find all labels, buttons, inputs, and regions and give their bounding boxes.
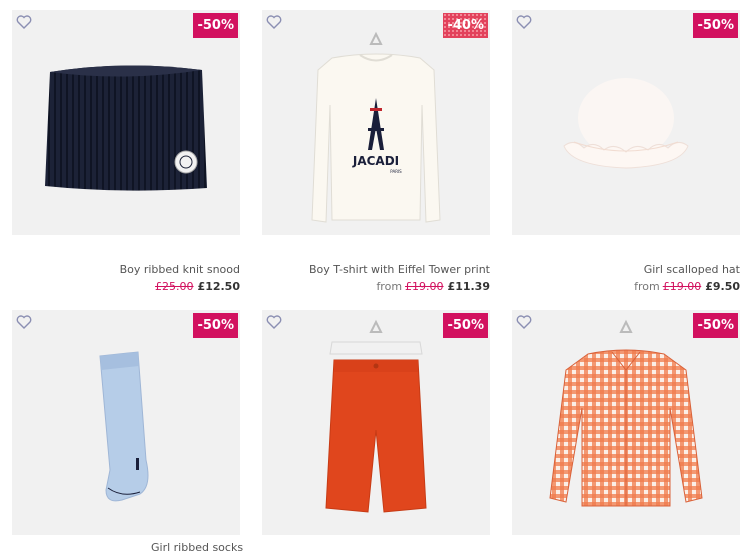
product-image[interactable]: JACADI PARIS -40% <box>262 10 490 235</box>
discount-badge: -50% <box>193 13 238 38</box>
discount-badge: -50% <box>693 13 738 38</box>
product-image[interactable]: -50% <box>262 310 490 535</box>
shorts-image <box>325 319 427 513</box>
product-card[interactable]: -50% <box>512 310 740 535</box>
sale-price: £11.39 <box>447 280 490 293</box>
sale-price: £9.50 <box>705 280 740 293</box>
product-price: from £19.00 £9.50 <box>634 280 740 293</box>
old-price: £19.00 <box>662 280 702 293</box>
product-card[interactable]: -50% <box>12 310 240 535</box>
product-name[interactable]: Boy T-shirt with Eiffel Tower print <box>309 263 490 276</box>
sale-price: £12.50 <box>197 280 240 293</box>
product-image[interactable]: -50% <box>12 10 240 235</box>
discount-badge: -50% <box>193 313 238 338</box>
discount-badge: -40% <box>443 13 488 38</box>
product-card[interactable]: JACADI PARIS -40% Boy T-shirt with Eiffe… <box>262 10 490 293</box>
discount-badge: -50% <box>443 313 488 338</box>
product-name[interactable]: Girl ribbed socks <box>151 541 243 554</box>
old-price: £19.00 <box>405 280 444 293</box>
product-card[interactable]: -50% Girl scalloped hat from £19.00 £9.50 <box>512 10 740 293</box>
product-name[interactable]: Boy ribbed knit snood <box>120 263 240 276</box>
heart-icon[interactable] <box>14 12 34 32</box>
product-card[interactable]: -50% Boy ribbed knit snood £25.00 £12.50 <box>12 10 240 293</box>
hat-image <box>563 78 689 169</box>
product-image[interactable]: -50% <box>512 10 740 235</box>
product-price: £25.00 £12.50 <box>155 280 240 293</box>
print-subtext: PARIS <box>390 169 402 174</box>
socks-image <box>99 351 149 502</box>
old-price: £25.00 <box>155 280 194 293</box>
discount-badge: -50% <box>693 313 738 338</box>
product-image[interactable]: -50% <box>12 310 240 535</box>
snood-image <box>45 65 207 191</box>
heart-icon[interactable] <box>264 12 284 32</box>
heart-icon[interactable] <box>14 312 34 332</box>
tshirt-image: JACADI PARIS <box>311 31 441 223</box>
product-card[interactable]: -50% <box>262 310 490 535</box>
heart-icon[interactable] <box>514 312 534 332</box>
shirt-image <box>549 319 703 507</box>
product-name[interactable]: Girl scalloped hat <box>644 263 740 276</box>
from-label: from <box>634 280 660 293</box>
product-price: from £19.00 £11.39 <box>376 280 490 293</box>
print-text: JACADI <box>352 154 399 168</box>
heart-icon[interactable] <box>514 12 534 32</box>
product-image[interactable]: -50% <box>512 310 740 535</box>
heart-icon[interactable] <box>264 312 284 332</box>
from-label: from <box>376 280 403 293</box>
